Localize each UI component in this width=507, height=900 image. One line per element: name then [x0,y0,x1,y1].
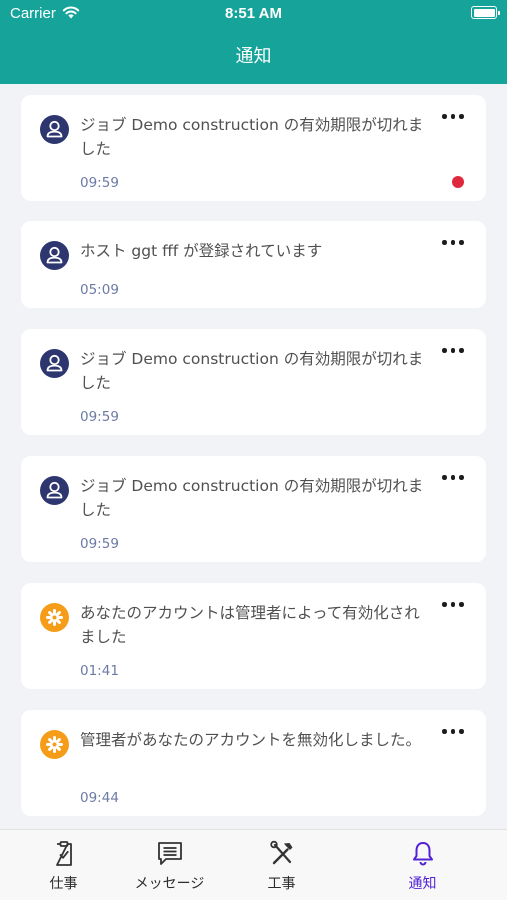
notification-message: ジョブ Demo construction の有効期限が切れました [80,477,424,519]
more-options-icon[interactable] [442,726,464,736]
more-options-icon[interactable] [442,111,464,121]
tab-construction[interactable]: 工事 [218,830,345,900]
app-header: Carrier 8:51 AM 通知 [0,0,507,84]
unread-indicator [452,176,464,188]
status-time: 8:51 AM [225,5,282,22]
message-icon [157,842,182,865]
user-icon [40,241,69,270]
more-options-icon[interactable] [442,345,464,355]
tab-bar: 仕事 メッセージ 工事 通知 [0,829,507,900]
notification-message: ジョブ Demo construction の有効期限が切れました [80,350,424,392]
battery-icon [471,6,500,19]
notification-time: 09:59 [80,409,119,425]
notification-message: あなたのアカウントは管理者によって有効化されました [80,604,420,646]
bell-icon [412,842,433,866]
tab-notifications[interactable]: 通知 [359,830,486,900]
user-icon [40,115,69,144]
more-options-icon[interactable] [442,599,464,609]
notification-message: ジョブ Demo construction の有効期限が切れました [80,116,424,158]
user-icon [40,476,69,505]
status-bar: Carrier 8:51 AM [0,0,507,28]
tools-icon [269,840,292,865]
tab-messages-label: メッセージ [134,876,205,892]
more-options-icon[interactable] [442,237,464,247]
notification-card[interactable]: あなたのアカウントは管理者によって有効化されました 01:41 [21,583,486,689]
page-title: 通知 [235,46,272,67]
notification-time: 09:59 [80,536,119,552]
notification-time: 09:44 [80,790,119,806]
more-options-icon[interactable] [442,472,464,482]
notification-time: 05:09 [80,282,119,298]
notification-message: ホスト ggt fff が登録されています [80,242,323,260]
notification-list[interactable]: ジョブ Demo construction の有効期限が切れました 09:59 … [0,84,507,829]
user-icon [40,349,69,378]
notification-card[interactable]: ジョブ Demo construction の有効期限が切れました 09:59 [21,456,486,562]
notification-card[interactable]: ホスト ggt fff が登録されています 05:09 [21,221,486,308]
notification-card[interactable]: 管理者があなたのアカウントを無効化しました。 09:44 [21,710,486,816]
notification-time: 01:41 [80,663,119,679]
notification-card[interactable]: ジョブ Demo construction の有効期限が切れました 09:59 [21,95,486,201]
tab-messages[interactable]: メッセージ [106,830,233,900]
notification-time: 09:59 [80,175,119,191]
gear-icon [40,730,69,759]
notification-message: 管理者があなたのアカウントを無効化しました。 [80,731,422,749]
tab-construction-label: 工事 [267,876,296,892]
job-checklist-icon [55,841,72,866]
notification-card[interactable]: ジョブ Demo construction の有効期限が切れました 09:59 [21,329,486,435]
gear-icon [40,603,69,632]
tab-notifications-label: 通知 [408,876,437,892]
